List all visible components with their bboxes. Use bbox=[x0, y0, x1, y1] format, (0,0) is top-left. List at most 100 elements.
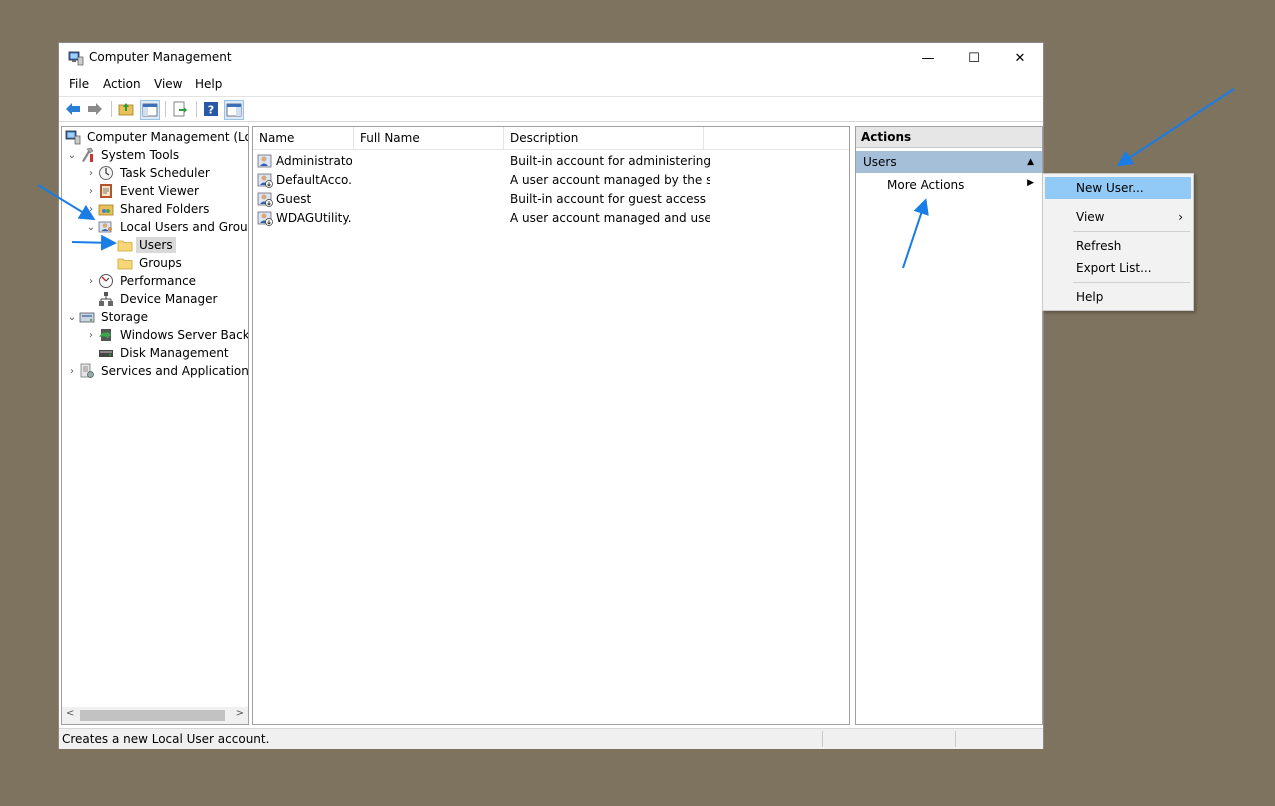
tree-item-services-applications[interactable]: › Services and Applications bbox=[65, 362, 248, 380]
window-title: Computer Management bbox=[89, 50, 232, 64]
menu-item-refresh[interactable]: Refresh bbox=[1045, 235, 1191, 257]
system-tools-icon bbox=[79, 147, 95, 163]
menu-item-view[interactable]: View › bbox=[1045, 206, 1191, 228]
local-users-groups-icon bbox=[98, 219, 114, 235]
list-header: Name Full Name Description bbox=[253, 127, 849, 150]
forward-arrow-icon bbox=[88, 103, 102, 115]
tree-item-computer-management[interactable]: Computer Management (Local bbox=[65, 128, 248, 146]
title-bar: Computer Management — ☐ ✕ bbox=[59, 43, 1043, 73]
collapse-chevron-icon[interactable]: ⌄ bbox=[84, 222, 98, 233]
status-divider bbox=[822, 731, 823, 747]
export-icon bbox=[173, 101, 187, 117]
computer-management-icon bbox=[65, 129, 81, 145]
menu-separator bbox=[1073, 231, 1190, 232]
server-backup-icon bbox=[98, 327, 114, 343]
tree-label: Task Scheduler bbox=[120, 166, 210, 180]
performance-icon bbox=[98, 273, 114, 289]
action-pane-icon bbox=[226, 103, 242, 117]
up-one-level-button[interactable] bbox=[117, 100, 135, 118]
show-hide-console-tree-button[interactable] bbox=[140, 100, 160, 120]
close-icon: ✕ bbox=[1014, 50, 1026, 66]
actions-title: Actions bbox=[856, 127, 1042, 148]
show-hide-action-pane-button[interactable] bbox=[224, 100, 244, 120]
user-account-down-icon bbox=[257, 191, 273, 207]
expand-chevron-icon[interactable]: › bbox=[84, 186, 98, 197]
cell-description: A user account managed by the s... bbox=[510, 173, 710, 187]
actions-group-users[interactable]: Users ▲ bbox=[856, 151, 1042, 173]
expand-chevron-icon[interactable]: › bbox=[84, 204, 98, 215]
tree-horizontal-scrollbar[interactable]: < > bbox=[62, 707, 248, 724]
tree-item-shared-folders[interactable]: › Shared Folders bbox=[84, 200, 212, 218]
scrollbar-thumb[interactable] bbox=[80, 710, 225, 721]
tree-item-storage[interactable]: ⌄ Storage bbox=[65, 308, 151, 326]
tree-label: Users bbox=[136, 237, 176, 253]
tree-item-disk-management[interactable]: Disk Management bbox=[98, 344, 232, 362]
export-list-button[interactable] bbox=[171, 100, 189, 118]
menu-file[interactable]: File bbox=[69, 77, 89, 91]
tree-item-device-manager[interactable]: Device Manager bbox=[98, 290, 220, 308]
minimize-icon: — bbox=[921, 50, 935, 66]
cell-description: A user account managed and use... bbox=[510, 211, 710, 225]
tree-item-local-users-groups[interactable]: ⌄ Local Users and Groups bbox=[84, 218, 249, 236]
tree-item-performance[interactable]: › Performance bbox=[84, 272, 199, 290]
computer-management-window: Computer Management — ☐ ✕ File Action Vi… bbox=[58, 42, 1044, 749]
close-button[interactable]: ✕ bbox=[997, 43, 1043, 73]
tree-item-windows-server-backup[interactable]: › Windows Server Backup bbox=[84, 326, 248, 344]
expand-chevron-icon[interactable]: › bbox=[84, 168, 98, 179]
maximize-icon: ☐ bbox=[968, 50, 980, 66]
toolbar: ? bbox=[59, 96, 1043, 122]
forward-button[interactable] bbox=[86, 100, 104, 118]
folder-icon bbox=[117, 255, 133, 271]
submenu-arrow-icon: ▶ bbox=[1027, 178, 1034, 188]
collapse-chevron-icon[interactable]: ⌄ bbox=[65, 312, 79, 323]
cell-name: WDAGUtility... bbox=[276, 211, 352, 225]
back-arrow-icon bbox=[66, 103, 80, 115]
cell-name: Administrator bbox=[276, 154, 352, 168]
more-actions-item[interactable]: More Actions bbox=[887, 178, 964, 192]
svg-text:?: ? bbox=[208, 104, 214, 117]
tree-item-groups[interactable]: Groups bbox=[117, 254, 185, 272]
more-actions-context-menu: New User... View › Refresh Export List..… bbox=[1042, 173, 1194, 311]
tree-item-users[interactable]: Users bbox=[117, 236, 176, 254]
status-text: Creates a new Local User account. bbox=[62, 732, 270, 746]
menu-item-export-list[interactable]: Export List... bbox=[1045, 257, 1191, 279]
collapse-triangle-icon[interactable]: ▲ bbox=[1027, 151, 1034, 173]
column-header-full-name[interactable]: Full Name bbox=[354, 127, 504, 149]
menu-item-new-user[interactable]: New User... bbox=[1045, 177, 1191, 199]
tree-label: Local Users and Groups bbox=[120, 220, 249, 234]
help-button[interactable]: ? bbox=[202, 100, 220, 118]
tree-item-system-tools[interactable]: ⌄ System Tools bbox=[65, 146, 182, 164]
back-button[interactable] bbox=[64, 100, 82, 118]
table-row[interactable]: Administrator Built-in account for admin… bbox=[253, 152, 849, 171]
menu-item-label: View bbox=[1076, 210, 1105, 224]
shared-folders-icon bbox=[98, 201, 114, 217]
menu-item-help[interactable]: Help bbox=[1045, 286, 1191, 308]
folder-icon bbox=[117, 237, 133, 253]
actions-pane: Actions Users ▲ More Actions ▶ bbox=[855, 126, 1043, 725]
user-account-icon bbox=[257, 153, 273, 169]
menu-help[interactable]: Help bbox=[195, 77, 222, 91]
tree-label: Storage bbox=[101, 310, 148, 324]
minimize-button[interactable]: — bbox=[905, 43, 951, 73]
menu-view[interactable]: View bbox=[154, 77, 182, 91]
column-header-name[interactable]: Name bbox=[253, 127, 354, 149]
tree-item-task-scheduler[interactable]: › Task Scheduler bbox=[84, 164, 213, 182]
maximize-button[interactable]: ☐ bbox=[951, 43, 997, 73]
table-row[interactable]: DefaultAcco... A user account managed by… bbox=[253, 171, 849, 190]
expand-chevron-icon[interactable]: › bbox=[65, 366, 79, 377]
expand-chevron-icon[interactable]: › bbox=[84, 276, 98, 287]
tree-label: Computer Management (Local bbox=[87, 130, 248, 144]
menu-action[interactable]: Action bbox=[103, 77, 141, 91]
scroll-left-icon[interactable]: < bbox=[66, 708, 74, 719]
collapse-chevron-icon[interactable]: ⌄ bbox=[65, 150, 79, 161]
table-row[interactable]: Guest Built-in account for guest access … bbox=[253, 190, 849, 209]
expand-chevron-icon[interactable]: › bbox=[84, 330, 98, 341]
scroll-right-icon[interactable]: > bbox=[236, 708, 244, 719]
user-account-down-icon bbox=[257, 172, 273, 188]
table-row[interactable]: WDAGUtility... A user account managed an… bbox=[253, 209, 849, 228]
device-manager-icon bbox=[98, 291, 114, 307]
column-header-description[interactable]: Description bbox=[504, 127, 704, 149]
toolbar-separator bbox=[111, 101, 112, 117]
actions-group-label: Users bbox=[863, 155, 897, 169]
tree-item-event-viewer[interactable]: › Event Viewer bbox=[84, 182, 202, 200]
